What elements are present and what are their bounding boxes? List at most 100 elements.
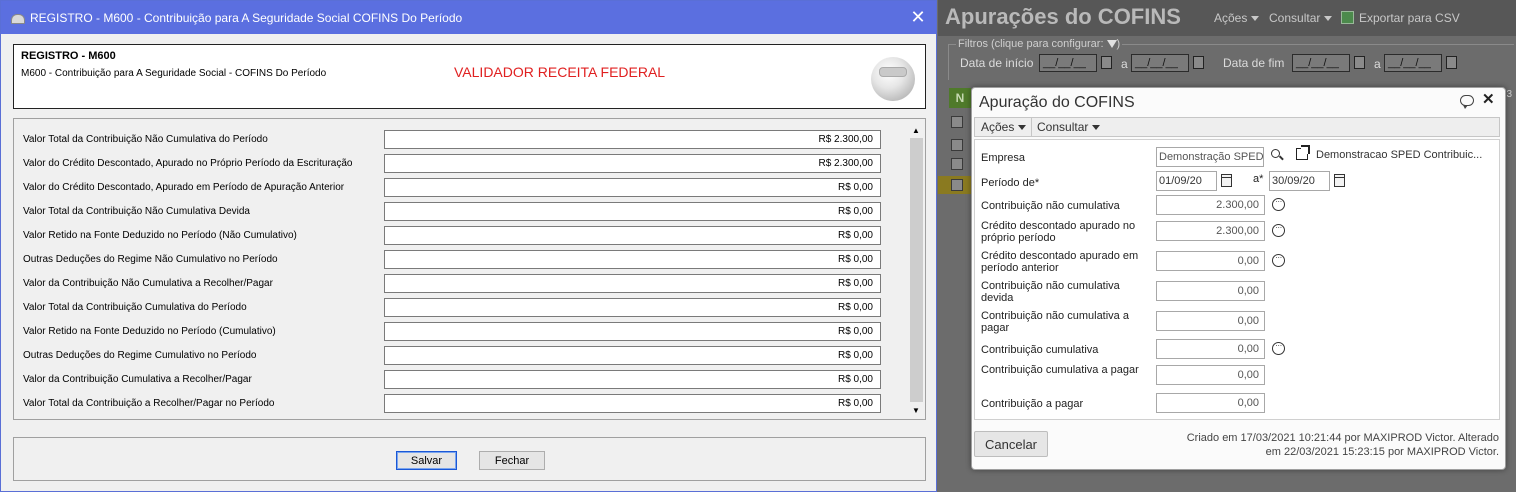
end-date-to-input[interactable]: __/__/__ [1384, 54, 1442, 72]
field-label: Valor da Contribuição Não Cumulativa a R… [23, 277, 273, 289]
field-label: Valor do Crédito Descontado, Apurado no … [23, 157, 353, 169]
actions-menu[interactable]: Ações [1214, 11, 1260, 25]
company-label: Empresa [981, 152, 1026, 164]
period-label: Período de* [981, 177, 1040, 189]
company-input[interactable]: Demonstração SPED [1156, 147, 1264, 167]
filters-legend-end: ) [1116, 38, 1121, 50]
field-value-input[interactable]: R$ 0,00 [384, 177, 881, 197]
field-label: Valor da Contribuição Cumulativa a Recol… [23, 373, 252, 385]
more-options-icon[interactable]: ··· [1272, 224, 1285, 237]
close-button[interactable]: Fechar [479, 451, 545, 470]
calendar-icon[interactable] [1354, 56, 1365, 69]
contrib-cumulativa-input[interactable]: 0,00 [1156, 339, 1265, 359]
more-options-icon[interactable]: ··· [1272, 342, 1285, 355]
filter-icon [1106, 40, 1117, 48]
close-icon[interactable]: ✕ [1482, 90, 1495, 108]
register-subtitle: M600 - Contribuição para A Seguridade So… [21, 68, 327, 79]
calendar-icon[interactable] [1101, 56, 1112, 69]
contrib-cumulativa-pagar-input[interactable]: 0,00 [1156, 365, 1265, 385]
app-header: Apurações do COFINS Ações Consultar Expo… [938, 0, 1516, 36]
calendar-icon[interactable] [1334, 174, 1345, 187]
calendar-icon[interactable] [1193, 56, 1204, 69]
more-options-icon[interactable]: ··· [1272, 254, 1285, 267]
dialog-query-menu[interactable]: Consultar [1037, 120, 1101, 134]
page-title: Apurações do COFINS [945, 4, 1181, 29]
fields-panel: Valor Total da Contribuição Não Cumulati… [13, 118, 926, 420]
field-value-input[interactable]: R$ 0,00 [384, 345, 881, 365]
field-value-input[interactable]: R$ 0,00 [384, 273, 881, 293]
contrib-a-pagar-input[interactable]: 0,00 [1156, 393, 1265, 413]
new-button[interactable]: N [949, 88, 971, 108]
scroll-up-icon[interactable]: ▲ [908, 122, 924, 138]
field-value-input[interactable]: R$ 0,00 [384, 249, 881, 269]
validator-label: VALIDADOR RECEITA FEDERAL [454, 64, 666, 80]
apuracao-cofins-dialog: Apuração do COFINS ✕ Ações Consultar Emp… [971, 87, 1506, 470]
register-title: REGISTRO - M600 [21, 50, 116, 62]
field-label: Valor Total da Contribuição Não Cumulati… [23, 205, 250, 217]
end-date-from-input[interactable]: __/__/__ [1292, 54, 1350, 72]
sped-logo-icon [871, 57, 915, 101]
vertical-scrollbar[interactable]: ▲ ▼ [908, 122, 924, 418]
chevron-down-icon [1018, 125, 1027, 131]
comment-icon[interactable] [1460, 95, 1474, 109]
dialog-toolbar: Ações Consultar [974, 117, 1500, 137]
start-date-from-input[interactable]: __/__/__ [1039, 54, 1097, 72]
field-row: Valor do Crédito Descontado, Apurado no … [14, 152, 909, 174]
export-csv-button[interactable]: Exportar para CSV [1341, 11, 1460, 25]
row-checkbox[interactable] [951, 179, 963, 191]
field-value-input[interactable]: R$ 2.300,00 [384, 153, 881, 173]
query-menu-label: Consultar [1269, 11, 1321, 25]
range-separator: a [1374, 57, 1381, 71]
scroll-down-icon[interactable]: ▼ [908, 402, 924, 418]
export-csv-label: Exportar para CSV [1359, 11, 1460, 25]
button-bar: Salvar Fechar [13, 437, 926, 481]
open-external-icon[interactable] [1296, 145, 1310, 160]
period-end-input[interactable]: 30/09/20 [1269, 171, 1330, 191]
field-row: Valor Total da Contribuição a Recolher/P… [14, 392, 909, 414]
start-date-to-input[interactable]: __/__/__ [1131, 54, 1189, 72]
field-value-input[interactable]: R$ 2.300,00 [384, 129, 881, 149]
field-value-input[interactable]: R$ 0,00 [384, 393, 881, 413]
field-label: Contribuição não cumulativa a pagar [981, 310, 1129, 334]
audit-info: Criado em 17/03/2021 10:21:44 por MAXIPR… [1139, 431, 1499, 459]
field-row: Valor Total da Contribuição Cumulativa d… [14, 296, 909, 318]
calendar-icon[interactable] [1446, 56, 1457, 69]
register-header: REGISTRO - M600 M600 - Contribuição para… [13, 44, 926, 109]
save-button[interactable]: Salvar [396, 451, 457, 470]
field-label: Outras Deduções do Regime Não Cumulativo… [23, 253, 278, 265]
company-link[interactable]: Demonstracao SPED Contribuic... [1316, 149, 1482, 161]
registro-m600-window: REGISTRO - M600 - Contribuição para A Se… [0, 0, 937, 492]
field-value-input[interactable]: R$ 0,00 [384, 201, 881, 221]
dialog-actions-menu[interactable]: Ações [981, 120, 1027, 134]
field-label: Contribuição não cumulativa devida [981, 280, 1120, 304]
contrib-nao-cumulativa-input[interactable]: 2.300,00 [1156, 195, 1265, 215]
filters-legend[interactable]: Filtros (clique para configurar:) [956, 38, 1123, 50]
credito-proprio-periodo-input[interactable]: 2.300,00 [1156, 221, 1265, 241]
dialog-title: Apuração do COFINS [979, 94, 1135, 111]
query-menu[interactable]: Consultar [1269, 11, 1333, 25]
row-checkbox[interactable] [951, 139, 963, 151]
cancel-button[interactable]: Cancelar [974, 431, 1048, 457]
field-value-input[interactable]: R$ 0,00 [384, 225, 881, 245]
scroll-thumb[interactable] [910, 138, 923, 402]
period-start-input[interactable]: 01/09/20 [1156, 171, 1217, 191]
field-value-input[interactable]: R$ 0,00 [384, 369, 881, 389]
page-number: 3 [1506, 89, 1512, 100]
more-options-icon[interactable]: ··· [1272, 198, 1285, 211]
window-titlebar[interactable]: REGISTRO - M600 - Contribuição para A Se… [1, 1, 936, 34]
row-checkbox[interactable] [951, 158, 963, 170]
field-row: Valor do Crédito Descontado, Apurado em … [14, 176, 909, 198]
search-icon[interactable] [1271, 149, 1280, 158]
field-label: Contribuição cumulativa a pagar [981, 364, 1139, 376]
calendar-icon[interactable] [1221, 174, 1232, 187]
select-all-checkbox[interactable] [951, 116, 963, 128]
field-label: Contribuição cumulativa [981, 344, 1099, 356]
credito-periodo-anterior-input[interactable]: 0,00 [1156, 251, 1265, 271]
field-value-input[interactable]: R$ 0,00 [384, 297, 881, 317]
field-row: Valor Retido na Fonte Deduzido no Períod… [14, 224, 909, 246]
close-icon[interactable]: ✕ [900, 1, 936, 34]
field-value-input[interactable]: R$ 0,00 [384, 321, 881, 341]
field-row: Valor da Contribuição Cumulativa a Recol… [14, 368, 909, 390]
contrib-nao-cumulativa-pagar-input[interactable]: 0,00 [1156, 311, 1265, 331]
contrib-nao-cumulativa-devida-input[interactable]: 0,00 [1156, 281, 1265, 301]
